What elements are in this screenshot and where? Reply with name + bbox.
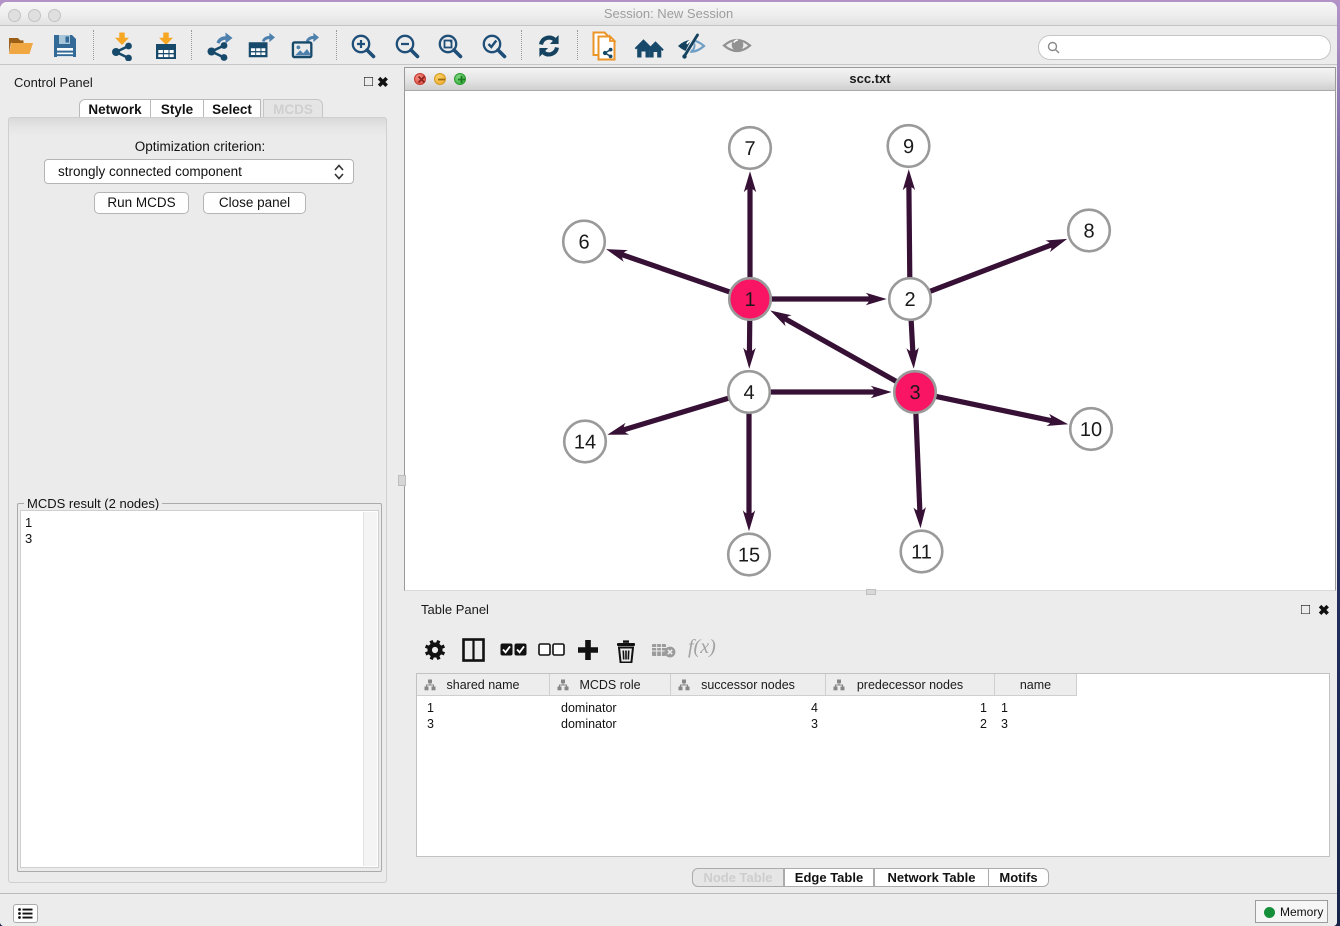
svg-text:8: 8: [1083, 221, 1094, 243]
svg-text:10: 10: [1080, 419, 1102, 441]
svg-text:4: 4: [743, 382, 754, 404]
svg-text:11: 11: [911, 542, 932, 564]
svg-text:14: 14: [574, 432, 596, 454]
svg-text:3: 3: [909, 382, 920, 404]
svg-text:1: 1: [744, 289, 755, 311]
svg-text:7: 7: [744, 138, 755, 160]
svg-text:15: 15: [738, 545, 760, 567]
svg-text:9: 9: [903, 136, 914, 158]
svg-text:6: 6: [578, 232, 589, 254]
svg-text:2: 2: [904, 289, 915, 311]
